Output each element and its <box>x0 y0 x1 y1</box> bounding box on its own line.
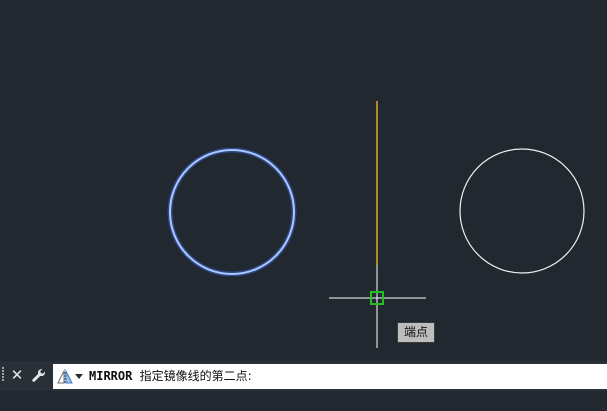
chevron-down-icon[interactable] <box>75 374 83 379</box>
command-prompt-text: MIRROR 指定镜像线的第二点: <box>89 364 252 389</box>
autocad-window: 端点 ✕ MIRROR 指定镜像线的第二点: <box>0 0 607 411</box>
command-prompt: 指定镜像线的第二点: <box>139 369 252 383</box>
command-line-bar: ✕ MIRROR 指定镜像线的第二点: <box>0 361 607 391</box>
grip-icon[interactable] <box>2 367 8 384</box>
mirror-command-icon[interactable] <box>57 368 73 385</box>
wrench-icon[interactable] <box>30 366 48 386</box>
selected-circle[interactable] <box>169 149 295 275</box>
close-icon[interactable]: ✕ <box>10 365 24 385</box>
snap-tooltip: 端点 <box>397 322 435 343</box>
drawing-canvas[interactable] <box>0 0 607 360</box>
status-strip <box>0 391 607 411</box>
mirrored-preview-circle <box>459 148 585 274</box>
command-name: MIRROR <box>89 369 133 383</box>
command-input[interactable]: MIRROR 指定镜像线的第二点: <box>53 364 607 389</box>
